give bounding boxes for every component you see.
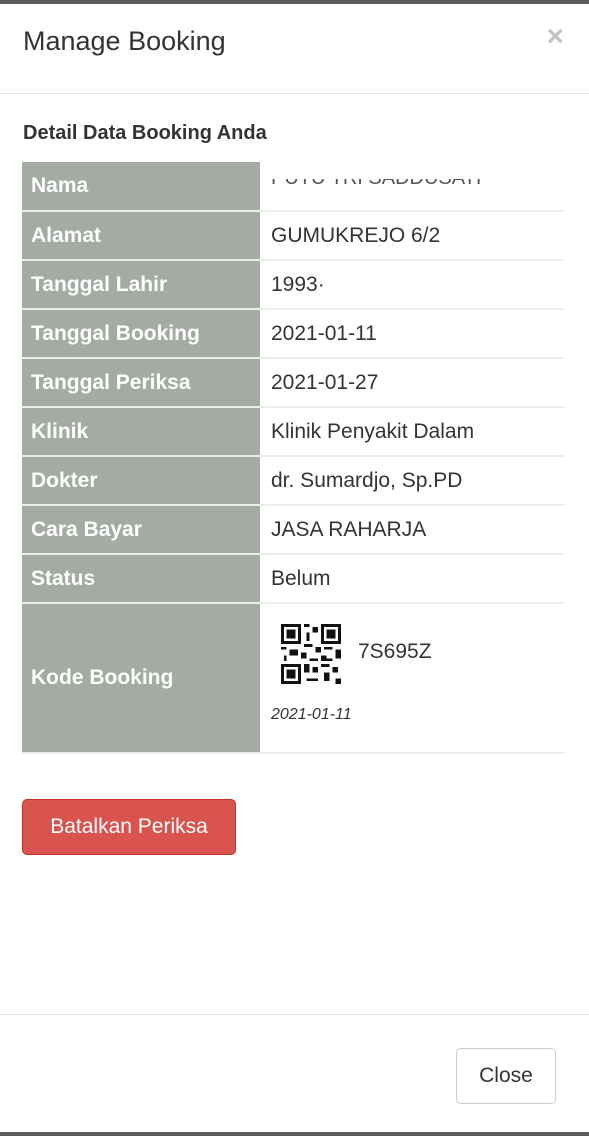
modal-header: Manage Booking × bbox=[0, 4, 589, 94]
row-value: Klinik Penyakit Dalam bbox=[261, 407, 564, 457]
modal-footer: Close bbox=[0, 1014, 589, 1133]
booking-code: 7S695Z bbox=[358, 640, 432, 663]
row-value: dr. Sumardjo, Sp.PD bbox=[261, 456, 564, 506]
table-row: Klinik Klinik Penyakit Dalam bbox=[22, 407, 564, 457]
table-row: Nama PUTU TRI SADDUSATI bbox=[22, 162, 564, 212]
manage-booking-modal: Manage Booking × Detail Data Booking And… bbox=[0, 4, 589, 1132]
table-row: Status Belum bbox=[22, 554, 564, 604]
row-label: Tanggal Periksa bbox=[22, 358, 262, 408]
booking-code-date: 2021-01-11 bbox=[271, 706, 352, 723]
qr-code-icon bbox=[281, 624, 341, 684]
section-title: Detail Data Booking Anda bbox=[23, 122, 267, 144]
cancel-exam-button[interactable]: Batalkan Periksa bbox=[22, 799, 236, 855]
table-row: Tanggal Periksa 2021-01-27 bbox=[22, 358, 564, 408]
row-value: 2021-01-11 bbox=[261, 309, 564, 359]
name-value: PUTU TRI SADDUSATI bbox=[271, 167, 482, 189]
table-row: Alamat GUMUKREJO 6/2 bbox=[22, 211, 564, 261]
row-value: Belum bbox=[261, 554, 564, 604]
row-label: Dokter bbox=[22, 456, 262, 506]
close-button[interactable]: Close bbox=[456, 1048, 556, 1104]
table-row: Tanggal Booking 2021-01-11 bbox=[22, 309, 564, 359]
booking-detail-table: Nama PUTU TRI SADDUSATI Alamat GUMUKREJO… bbox=[22, 162, 564, 754]
row-label: Alamat bbox=[22, 211, 262, 261]
row-label: Klinik bbox=[22, 407, 262, 457]
row-label: Nama bbox=[22, 162, 262, 212]
row-value: 2021-01-27 bbox=[261, 358, 564, 408]
row-value: GUMUKREJO 6/2 bbox=[261, 211, 564, 261]
row-label: Kode Booking bbox=[22, 603, 262, 754]
kode-booking-row: Kode Booking 7S695Z 2021-01-11 bbox=[22, 603, 564, 754]
table-row: Dokter dr. Sumardjo, Sp.PD bbox=[22, 456, 564, 506]
row-label: Cara Bayar bbox=[22, 505, 262, 555]
table-row: Tanggal Lahir 1993· bbox=[22, 260, 564, 310]
row-value: 1993· bbox=[261, 260, 564, 310]
row-label: Tanggal Booking bbox=[22, 309, 262, 359]
row-value: JASA RAHARJA bbox=[261, 505, 564, 555]
row-value: PUTU TRI SADDUSATI bbox=[261, 162, 564, 212]
kode-booking-cell: 7S695Z 2021-01-11 bbox=[261, 603, 564, 754]
close-icon[interactable]: × bbox=[546, 22, 564, 52]
modal-title: Manage Booking bbox=[23, 26, 226, 56]
row-label: Status bbox=[22, 554, 262, 604]
table-row: Cara Bayar JASA RAHARJA bbox=[22, 505, 564, 555]
row-label: Tanggal Lahir bbox=[22, 260, 262, 310]
